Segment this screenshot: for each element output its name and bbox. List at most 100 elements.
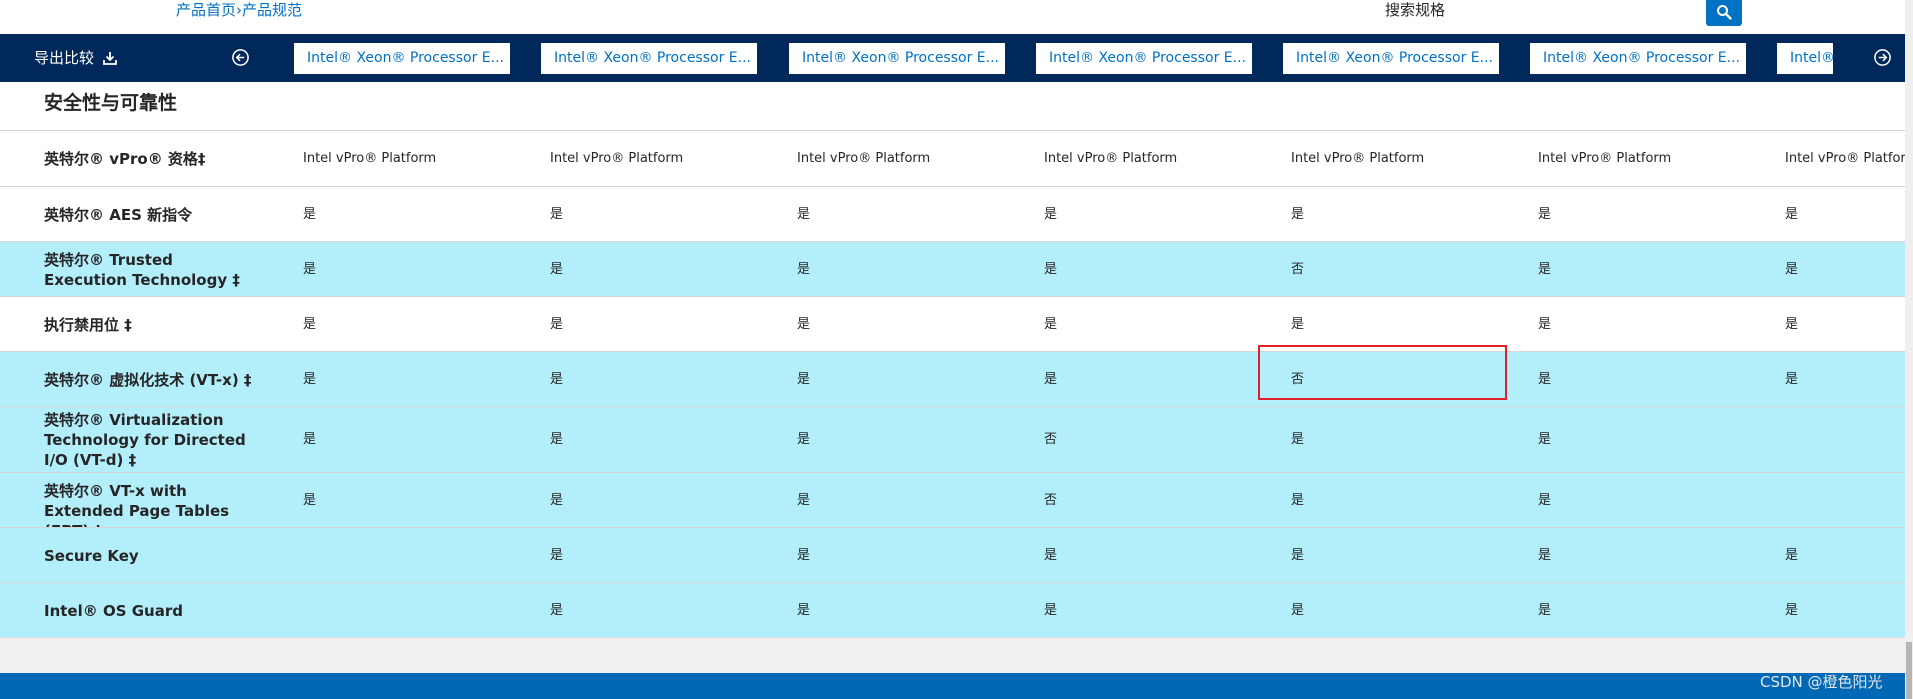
table-cell: 是 xyxy=(1291,493,1305,508)
table-row: 英特尔® Trusted Execution Technology ‡ 是 是 是 是 否… xyxy=(0,241,1905,296)
search-input[interactable]: 搜索规格 xyxy=(1385,0,1445,20)
table-cell: 是 xyxy=(1785,372,1799,387)
table-cell: 是 xyxy=(1044,372,1058,387)
table-row: Secure Key 是 是 是 是 是 是 xyxy=(0,527,1905,582)
export-compare-button[interactable]: 导出比较 xyxy=(34,47,118,68)
row-label: 英特尔® Trusted Execution Technology ‡ xyxy=(44,251,240,289)
compare-bar: 导出比较 Intel® Xeon® Processor E... Intel® … xyxy=(0,34,1905,82)
table-cell: Intel vPro® Platform xyxy=(1538,151,1672,166)
table-cell: 是 xyxy=(550,207,564,222)
table-cell: 是 xyxy=(797,262,811,277)
row-label: 执行禁用位 ‡ xyxy=(44,316,132,334)
top-bar: 产品首页›产品规范 搜索规格 xyxy=(0,0,1913,34)
table-cell: 是 xyxy=(1785,207,1799,222)
table-cell: 是 xyxy=(1538,493,1552,508)
table-cell: Intel vPro® Platform xyxy=(1785,151,1913,166)
table-cell: 是 xyxy=(797,548,811,563)
table-cell: Intel vPro® Platform xyxy=(1044,151,1178,166)
table-cell: 是 xyxy=(1538,603,1552,618)
table-cell: 是 xyxy=(797,493,811,508)
table-cell: 是 xyxy=(1538,317,1552,332)
table-cell: 是 xyxy=(303,372,317,387)
row-label: Secure Key xyxy=(44,547,139,565)
scroll-left-button[interactable] xyxy=(231,48,250,71)
table-cell: 是 xyxy=(303,493,317,508)
table-cell: 是 xyxy=(1044,207,1058,222)
table-cell: 是 xyxy=(1538,432,1552,447)
download-icon xyxy=(103,51,117,65)
table-cell: 是 xyxy=(797,432,811,447)
table-cell: 是 xyxy=(303,432,317,447)
table-cell: 是 xyxy=(550,493,564,508)
breadcrumb-current-link[interactable]: 产品规范 xyxy=(242,1,302,19)
table-cell: 是 xyxy=(1291,432,1305,447)
search-icon xyxy=(1717,5,1732,20)
scroll-right-button[interactable] xyxy=(1873,48,1892,71)
row-label: 英特尔® vPro® 资格‡ xyxy=(44,150,206,168)
table-cell: 是 xyxy=(1538,548,1552,563)
table-cell: 是 xyxy=(1785,548,1799,563)
table-row: 英特尔® 虚拟化技术 (VT-x) ‡ 是是是是否是是 xyxy=(0,351,1905,406)
table-cell: 是 xyxy=(1044,317,1058,332)
table-cell: 是 xyxy=(1538,262,1552,277)
table-cell: 是 xyxy=(550,548,564,563)
table-row: 英特尔® VT-x with Extended Page Tables (EPT… xyxy=(0,472,1905,540)
table-cell: 是 xyxy=(550,432,564,447)
export-label: 导出比较 xyxy=(34,49,95,67)
footer-divider xyxy=(0,637,1905,673)
table-cell: 是 xyxy=(303,207,317,222)
table-cell: 否 xyxy=(1044,432,1058,447)
table-cell: 否 xyxy=(1291,262,1305,277)
table-cell: 是 xyxy=(550,603,564,618)
table-cell: 是 xyxy=(1291,548,1305,563)
table-cell: 是 xyxy=(797,372,811,387)
processor-tab-7[interactable]: Intel® xyxy=(1777,43,1833,74)
processor-tab-5[interactable]: Intel® Xeon® Processor E... xyxy=(1283,43,1499,74)
table-cell: 是 xyxy=(1785,262,1799,277)
annotation-highlight-box xyxy=(1258,345,1507,400)
table-row: 英特尔® vPro® 资格‡ Intel vPro® Platform Intel … xyxy=(0,130,1913,186)
processor-tab-3[interactable]: Intel® Xeon® Processor E... xyxy=(789,43,1005,74)
table-cell: 是 xyxy=(797,207,811,222)
table-cell: Intel vPro® Platform xyxy=(1291,151,1425,166)
footer-bar xyxy=(0,673,1905,699)
table-cell: 是 xyxy=(550,262,564,277)
table-cell: Intel vPro® Platform xyxy=(303,151,437,166)
processor-tab-6[interactable]: Intel® Xeon® Processor E... xyxy=(1530,43,1746,74)
table-cell: 是 xyxy=(1044,262,1058,277)
table-cell: 是 xyxy=(1291,317,1305,332)
processor-tab-2[interactable]: Intel® Xeon® Processor E... xyxy=(541,43,757,74)
table-cell: 是 xyxy=(550,317,564,332)
row-label: Intel® OS Guard xyxy=(44,602,183,620)
table-cell: 是 xyxy=(1538,207,1552,222)
table-cell: 是 xyxy=(1785,603,1799,618)
table-cell: Intel vPro® Platform xyxy=(550,151,684,166)
search-box[interactable]: 搜索规格 xyxy=(1370,0,1742,26)
table-row: Intel® OS Guard 是 是 是 是 是 是 xyxy=(0,582,1905,637)
table-cell: 是 xyxy=(1291,207,1305,222)
search-button[interactable] xyxy=(1706,0,1742,26)
table-cell: 是 xyxy=(303,262,317,277)
breadcrumb-home-link[interactable]: 产品首页 xyxy=(176,1,236,19)
table-cell: 是 xyxy=(1785,317,1799,332)
table-cell: 是 xyxy=(1538,372,1552,387)
table-row: 执行禁用位 ‡ 是 是 是 是 是 是 是 xyxy=(0,296,1905,351)
vertical-scrollbar[interactable] xyxy=(1905,0,1913,699)
table-cell: 是 xyxy=(1044,603,1058,618)
table-cell: 是 xyxy=(1044,548,1058,563)
row-label: 英特尔® Virtualization Technology for Direc… xyxy=(44,411,246,469)
table-cell: 是 xyxy=(1291,603,1305,618)
table-cell: Intel vPro® Platform xyxy=(797,151,931,166)
watermark: CSDN @橙色阳光 xyxy=(1760,673,1883,691)
table-cell: 是 xyxy=(797,603,811,618)
scrollbar-thumb[interactable] xyxy=(1906,642,1912,699)
processor-tab-4[interactable]: Intel® Xeon® Processor E... xyxy=(1036,43,1252,74)
table-cell: 是 xyxy=(550,372,564,387)
section-title: 安全性与可靠性 xyxy=(44,92,178,114)
breadcrumb: 产品首页›产品规范 xyxy=(176,0,302,20)
table-cell: 是 xyxy=(303,317,317,332)
table-cell: 是 xyxy=(797,317,811,332)
row-label: 英特尔® 虚拟化技术 (VT-x) ‡ xyxy=(44,371,252,389)
processor-tab-1[interactable]: Intel® Xeon® Processor E... xyxy=(294,43,510,74)
table-row: 英特尔® AES 新指令 是 是 是 是 是 是 是 xyxy=(0,186,1905,241)
